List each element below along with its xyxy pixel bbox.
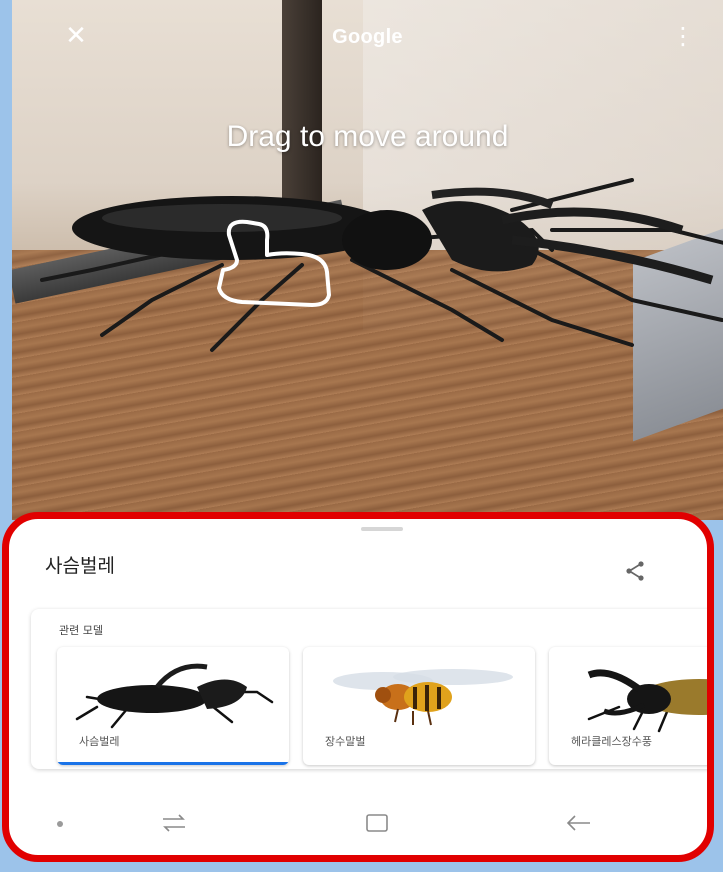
app-title: Google xyxy=(332,26,403,48)
related-model-card-hercules-beetle[interactable]: 헤라클레스장수풍 xyxy=(549,647,707,765)
beetle-3d-model[interactable] xyxy=(32,170,723,370)
sheet-drag-handle[interactable] xyxy=(361,527,403,531)
related-model-card-stag-beetle[interactable]: 사슴벌레 xyxy=(57,647,289,765)
hornet-thumbnail xyxy=(333,669,513,726)
hercules-beetle-thumbnail xyxy=(587,669,707,733)
drag-hand-icon xyxy=(217,219,331,307)
related-model-card-hornet[interactable]: 장수말벌 xyxy=(303,647,535,765)
card-label: 헤라클레스장수풍 xyxy=(571,735,652,748)
system-navigation-bar xyxy=(9,799,707,849)
card-label: 장수말벌 xyxy=(325,735,366,748)
related-models-panel: 관련 모델 사슴벌레 장수말벌 헤라클레스장수풍 xyxy=(31,609,707,769)
back-icon[interactable] xyxy=(564,813,594,833)
home-icon[interactable] xyxy=(364,813,390,833)
dot-icon xyxy=(57,821,63,827)
share-icon[interactable] xyxy=(623,559,647,583)
stag-beetle-thumbnail xyxy=(75,663,274,729)
recent-apps-icon[interactable] xyxy=(159,813,189,833)
top-app-bar: ✕ Google ⋮ xyxy=(12,0,723,70)
drag-hint-text: Drag to move around xyxy=(226,120,509,153)
related-models-label: 관련 모델 xyxy=(59,624,103,637)
ar-camera-view[interactable] xyxy=(12,0,723,520)
card-label: 사슴벌레 xyxy=(79,735,120,748)
sheet-title: 사슴벌레 xyxy=(45,555,115,577)
more-vert-icon[interactable]: ⋮ xyxy=(671,22,695,50)
bottom-sheet: 사슴벌레 관련 모델 사슴벌레 장수말벌 헤라클레스장수풍 xyxy=(2,512,714,862)
